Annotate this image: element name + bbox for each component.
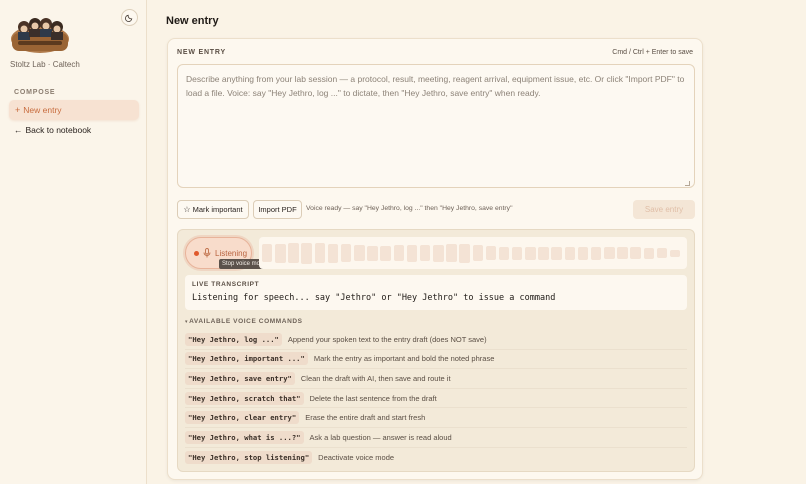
voice-command-description: Erase the entire draft and start fresh	[305, 413, 426, 423]
voice-commands-toggle[interactable]: ▾AVAILABLE VOICE COMMANDS	[185, 318, 303, 325]
sidebar: Stoltz Lab · Caltech COMPOSE + New entry…	[0, 0, 147, 484]
voice-command-row: "Hey Jethro, what is ...?" Ask a lab ques…	[185, 428, 687, 448]
voice-command-description: Mark the entry as important and bold the…	[313, 354, 495, 364]
waveform-bar	[367, 245, 378, 261]
waveform-bar	[656, 248, 668, 258]
sidebar-item-new-entry[interactable]: + New entry	[9, 100, 139, 120]
waveform-bar	[590, 246, 602, 260]
waveform-bar	[577, 246, 589, 260]
waveform-bar	[406, 244, 418, 262]
waveform-bar	[380, 245, 391, 261]
waveform-bar	[446, 244, 457, 262]
resize-handle[interactable]	[685, 181, 690, 186]
waveform-bar	[485, 246, 497, 260]
save-entry-button[interactable]: Save entry	[633, 200, 695, 219]
waveform-bar	[314, 243, 326, 263]
card-label: NEW ENTRY	[177, 49, 226, 56]
waveform-bar	[340, 244, 352, 262]
moon-icon	[125, 14, 133, 22]
voice-command-row: "Hey Jethro, stop listening" Deactivate v…	[185, 448, 687, 468]
waveform-bar	[433, 244, 444, 262]
plus-icon: +	[15, 105, 21, 115]
arrow-left-icon: ←	[14, 125, 23, 135]
voice-command-phrase: "Hey Jethro, scratch that"	[185, 391, 304, 405]
voice-command-list: "Hey Jethro, log ..." Append your spoken …	[185, 330, 687, 467]
waveform-bar	[301, 242, 312, 264]
waveform-bar	[630, 247, 641, 259]
waveform-bar	[604, 247, 615, 259]
back-link-label: Back to notebook	[25, 125, 92, 135]
voice-command-description: Delete the last sentence from the draft	[309, 393, 437, 403]
entry-actions: ☆ Mark important Import PDF Voice ready …	[177, 200, 695, 219]
sidebar-item-label: New entry	[23, 105, 62, 115]
waveform-bar	[564, 246, 576, 260]
waveform-bar	[354, 245, 365, 261]
waveform-bar	[511, 246, 523, 260]
voice-command-row: "Hey Jethro, important ..." Mark the entr…	[185, 350, 687, 370]
voice-command-description: Append your spoken text to the entry dra…	[287, 334, 487, 344]
microphone-icon	[203, 248, 211, 258]
voice-command-description: Clean the draft with AI, then save and r…	[300, 373, 451, 383]
triangle-down-icon: ▾	[185, 319, 189, 325]
waveform-bar	[551, 246, 562, 260]
waveform-bar	[669, 249, 681, 257]
theme-toggle-button[interactable]	[121, 9, 138, 26]
voice-command-description: Deactivate voice mode	[318, 452, 395, 462]
recording-dot-icon	[194, 250, 199, 256]
waveform-bar	[262, 244, 273, 262]
voice-command-phrase: "Hey Jethro, save entry"	[185, 371, 295, 385]
waveform-bar	[525, 246, 536, 260]
import-pdf-button[interactable]: Import PDF	[253, 200, 302, 219]
listening-label: Listening	[215, 248, 248, 258]
voice-command-phrase: "Hey Jethro, stop listening"	[185, 450, 313, 464]
transcript-text: Listening for speech... say "Jethro" or …	[192, 293, 556, 303]
voice-status-text: Voice ready — say "Hey Jethro, log ..." …	[306, 205, 513, 212]
voice-waveform	[259, 237, 687, 269]
waveform-bar	[459, 243, 470, 263]
voice-command-description: Ask a lab question — answer is read alou…	[309, 432, 452, 442]
waveform-bar	[472, 245, 483, 261]
waveform-bar	[419, 245, 431, 261]
mark-important-label: Mark important	[192, 205, 243, 214]
page-title: New entry	[166, 15, 219, 27]
entry-textarea[interactable]: Describe anything from your lab session …	[177, 64, 695, 188]
voice-command-row: "Hey Jethro, save entry" Clean the draft …	[185, 369, 687, 389]
voice-command-phrase: "Hey Jethro, important ..."	[185, 352, 308, 366]
voice-command-phrase: "Hey Jethro, what is ...?"	[185, 430, 304, 444]
waveform-bar	[498, 246, 510, 260]
voice-command-phrase: "Hey Jethro, log ..."	[185, 332, 282, 346]
waveform-bar	[393, 245, 405, 261]
waveform-bar	[617, 247, 628, 259]
waveform-bar	[275, 243, 286, 263]
live-transcript: LIVE TRANSCRIPT Listening for speech... …	[185, 275, 687, 310]
lab-logo	[10, 9, 70, 55]
waveform-bar	[327, 243, 339, 263]
shortcut-hint: Cmd / Ctrl + Enter to save	[612, 49, 693, 56]
voice-command-row: "Hey Jethro, log ..." Append your spoken …	[185, 330, 687, 350]
waveform-bar	[643, 247, 654, 259]
voice-command-phrase: "Hey Jethro, clear entry"	[185, 411, 300, 425]
voice-command-row: "Hey Jethro, scratch that" Delete the las…	[185, 389, 687, 409]
voice-commands-label: AVAILABLE VOICE COMMANDS	[189, 318, 303, 325]
lab-name: Stoltz Lab · Caltech	[10, 60, 80, 69]
waveform-bar	[288, 243, 299, 263]
waveform-bar	[538, 246, 549, 260]
compose-section-label: COMPOSE	[14, 89, 56, 96]
voice-command-row: "Hey Jethro, clear entry" Erase the entir…	[185, 408, 687, 428]
voice-panel: Listening Stop voice mode LIVE TRANSCRIP…	[177, 229, 695, 472]
mark-important-button[interactable]: ☆ Mark important	[177, 200, 249, 219]
back-to-notebook-link[interactable]: ← Back to notebook	[14, 125, 91, 135]
new-entry-card: NEW ENTRY Cmd / Ctrl + Enter to save Des…	[167, 38, 703, 480]
star-icon: ☆	[183, 205, 191, 214]
transcript-label: LIVE TRANSCRIPT	[192, 281, 260, 288]
